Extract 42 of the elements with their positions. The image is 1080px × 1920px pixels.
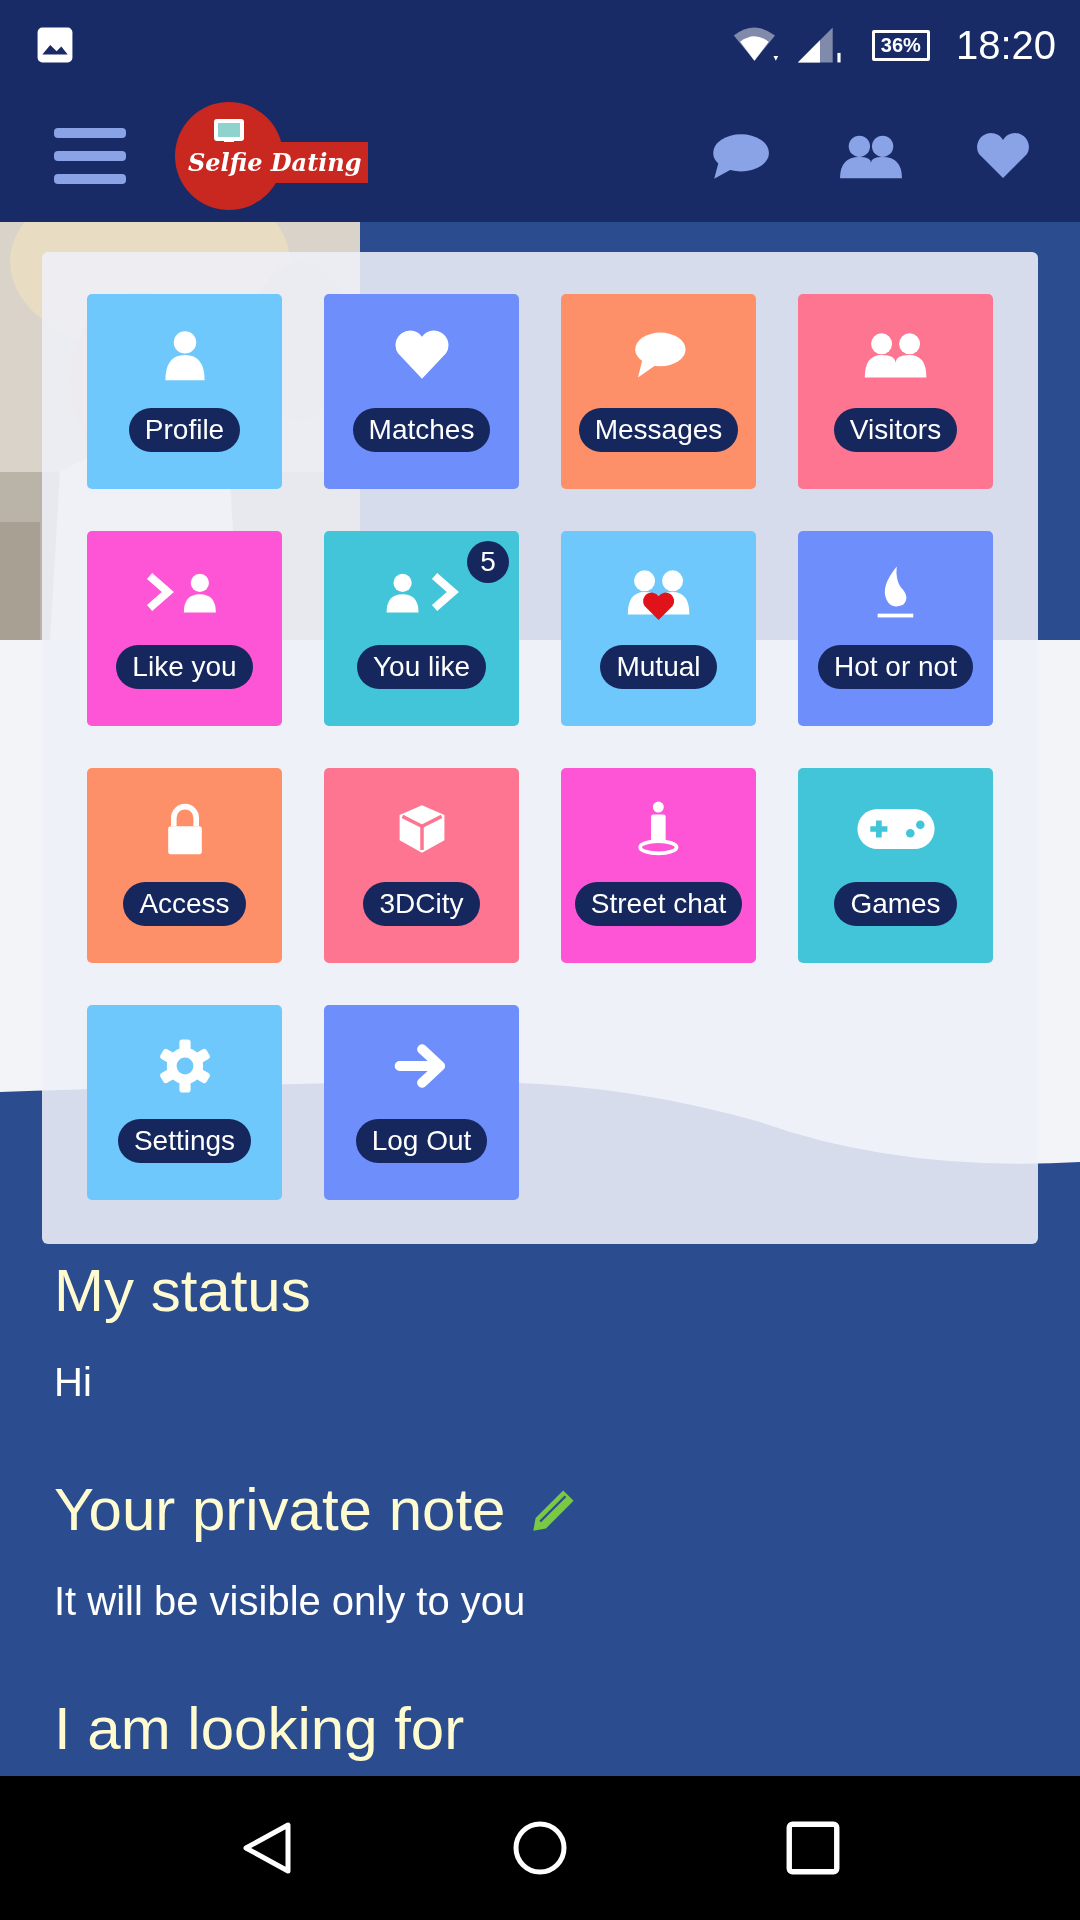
menu-tile[interactable]: Street chat (561, 768, 756, 963)
count-badge: 5 (467, 541, 509, 583)
recents-icon[interactable] (786, 1821, 841, 1875)
section-heading: I am looking for (54, 1694, 465, 1764)
tile-label: Games (834, 882, 957, 926)
section-heading: My status (54, 1256, 311, 1326)
wifi-icon (731, 26, 780, 64)
menu-tile[interactable]: Access (87, 768, 282, 963)
menu-tile[interactable]: Log Out (324, 1005, 519, 1200)
menu-tile[interactable]: Settings (87, 1005, 282, 1200)
home-icon[interactable] (513, 1821, 567, 1875)
menu-tile[interactable]: Profile (87, 294, 282, 489)
image-icon (36, 26, 74, 64)
tile-label: Mutual (600, 645, 717, 689)
tile-label: Log Out (355, 1119, 488, 1163)
menu-tile[interactable]: Matches (324, 294, 519, 489)
menu-tile[interactable]: 3DCity (324, 768, 519, 963)
tile-label: 3DCity (363, 882, 480, 926)
tile-label: Street chat (574, 882, 743, 926)
tile-label: Access (123, 882, 246, 926)
tile-label: Messages (578, 408, 739, 452)
battery-indicator: 36% (871, 29, 930, 61)
menu-icon[interactable] (54, 127, 126, 185)
tile-label: Visitors (833, 408, 958, 452)
menu-tile[interactable]: Visitors (798, 294, 993, 489)
tile-label: Hot or not (818, 645, 973, 689)
section-text: It will be visible only to you (54, 1579, 526, 1624)
tile-label: Profile (128, 408, 241, 452)
menu-tile[interactable]: You like 5 (324, 531, 519, 726)
menu-tile[interactable]: Hot or not (798, 531, 993, 726)
section-heading: Your private note (54, 1475, 506, 1545)
menu-tile[interactable]: Games (798, 768, 993, 963)
tile-label: You like (356, 645, 486, 689)
menu-tile[interactable]: Messages (561, 294, 756, 489)
tile-label: Matches (352, 408, 491, 452)
menu-tile[interactable]: Like you (87, 531, 282, 726)
section-text: Hi (54, 1360, 92, 1405)
app-logo[interactable]: Selfie Dating (174, 100, 386, 212)
menu-tile[interactable]: Mutual (561, 531, 756, 726)
clock-time: 18:20 (955, 22, 1056, 68)
tile-label: Like you (116, 645, 253, 689)
tile-label: Settings (117, 1119, 252, 1163)
